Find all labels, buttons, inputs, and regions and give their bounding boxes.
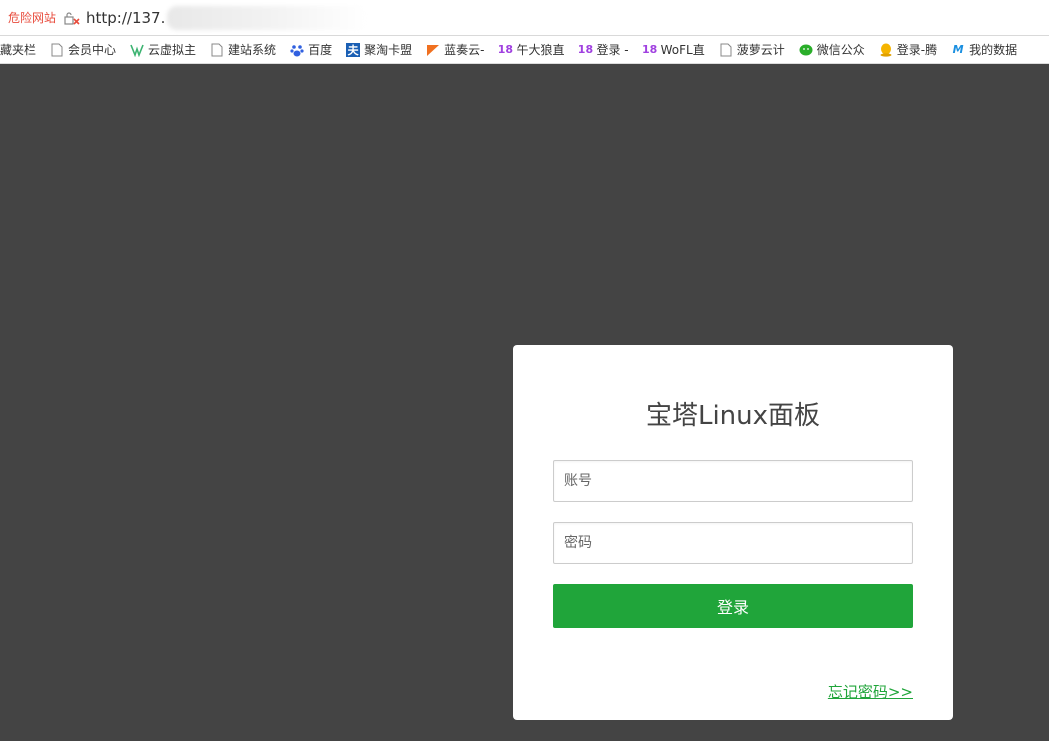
bookmark-boluo-cloud[interactable]: 菠萝云计 [713, 36, 793, 63]
channel18-icon: 18 [641, 43, 658, 56]
bookmark-wechat[interactable]: 微信公众 [793, 36, 873, 63]
bookmark-label: 会员中心 [68, 43, 117, 57]
danger-site-label[interactable]: 危险网站 [8, 9, 56, 26]
page-background: 宝塔Linux面板 登录 忘记密码>> [0, 64, 1049, 741]
bookmark-label: 云虚拟主 [148, 43, 197, 57]
bookmark-site-builder[interactable]: 建站系统 [204, 36, 284, 63]
insecure-lock-icon[interactable] [64, 11, 80, 25]
tianmao-icon: 夫 [346, 42, 361, 57]
bookmark-label: 建站系统 [228, 43, 277, 57]
page-icon [50, 43, 64, 57]
password-input[interactable] [553, 522, 913, 564]
bookmark-label: 午大狼直 [516, 43, 565, 57]
login-button[interactable]: 登录 [553, 584, 913, 628]
bookmark-login-1[interactable]: 18 登录 - [572, 36, 636, 63]
bookmark-live-1[interactable]: 18 午大狼直 [492, 36, 572, 63]
bookmark-jutao[interactable]: 夫 聚淘卡盟 [340, 36, 420, 63]
bookmark-label: 蓝奏云- [444, 43, 485, 57]
url-text[interactable]: http://137. [86, 9, 165, 27]
bookmark-lanzou[interactable]: 蓝奏云- [420, 36, 492, 63]
bookmark-label: 藏夹栏 [0, 43, 37, 57]
bookmark-label: 登录 - [596, 43, 629, 57]
username-input[interactable] [553, 460, 913, 502]
bookmark-wofl[interactable]: 18 WoFL直 [637, 36, 713, 63]
page-icon [210, 43, 224, 57]
login-card: 宝塔Linux面板 登录 忘记密码>> [513, 345, 953, 720]
url-redacted [167, 5, 368, 30]
m-logo-icon: M [952, 43, 964, 56]
bookmark-label: 微信公众 [816, 43, 865, 57]
bookmark-label: 登录-腾 [896, 43, 938, 57]
qq-icon [879, 43, 893, 57]
bookmark-label: 百度 [308, 43, 333, 57]
channel18-icon: 18 [577, 43, 594, 56]
page-icon [719, 43, 733, 57]
bookmark-cloud-host[interactable]: 云虚拟主 [124, 36, 204, 63]
bookmark-label: WoFL直 [660, 43, 705, 57]
wechat-icon [799, 43, 813, 57]
channel18-icon: 18 [497, 43, 514, 56]
cloud-v-icon [130, 43, 144, 57]
bookmark-qq-login[interactable]: 登录-腾 [873, 36, 945, 63]
baidu-paw-icon [290, 43, 304, 57]
bookmarks-bar: 藏夹栏 会员中心 云虚拟主 建站系统 百度 夫 聚淘卡盟 蓝奏云- 18 午大狼… [0, 36, 1049, 64]
bookmark-label: 我的数据 [969, 43, 1018, 57]
bookmark-my-data[interactable]: M 我的数据 [945, 36, 1025, 63]
address-bar: 危险网站 http://137. [0, 0, 1049, 36]
forgot-password-link[interactable]: 忘记密码>> [828, 681, 913, 702]
login-title: 宝塔Linux面板 [645, 401, 821, 431]
bookmark-baidu[interactable]: 百度 [284, 36, 340, 63]
bookmark-label: 聚淘卡盟 [364, 43, 413, 57]
bookmark-label: 菠萝云计 [736, 43, 785, 57]
bookmark-favorites[interactable]: 藏夹栏 [0, 36, 44, 63]
lanzou-icon [426, 43, 440, 57]
bookmark-member-center[interactable]: 会员中心 [44, 36, 124, 63]
